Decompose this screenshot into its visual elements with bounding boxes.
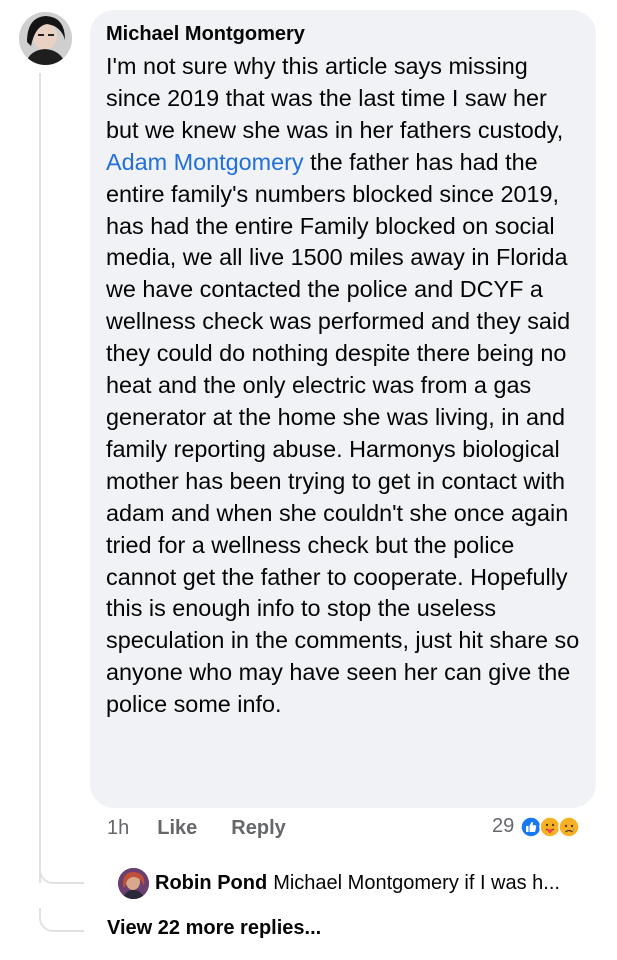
thread-connector-view-more [39,908,84,932]
comment-timestamp[interactable]: 1h [107,817,129,840]
reply-avatar[interactable] [118,868,149,899]
reply-button[interactable]: Reply [231,817,285,840]
comment-actions: 1h Like Reply [107,817,320,840]
reply-text: Michael Montgomery if I was h... [273,872,560,894]
thread-connector-reply [39,860,84,884]
comment-author[interactable]: Michael Montgomery [106,21,582,47]
reactions-summary[interactable]: 29 [492,815,580,838]
like-button[interactable]: Like [157,817,197,840]
avatar[interactable] [19,12,72,65]
sad-icon [558,815,580,838]
view-more-replies-link[interactable]: View 22 more replies... [107,917,321,940]
reply-preview[interactable]: Robin Pond Michael Montgomery if I was h… [118,868,560,899]
comment-text: I'm not sure why this article says missi… [106,51,582,721]
comment-bubble: Michael Montgomery I'm not sure why this… [90,10,596,808]
thread-line [39,73,41,883]
comment-text-after-mention: the father has had the entire family's n… [106,148,580,718]
comment-text-before-mention: I'm not sure why this article says missi… [106,53,564,143]
reply-author[interactable]: Robin Pond [155,872,267,895]
reaction-count: 29 [492,815,515,837]
mention-link[interactable]: Adam Montgomery [106,149,304,175]
